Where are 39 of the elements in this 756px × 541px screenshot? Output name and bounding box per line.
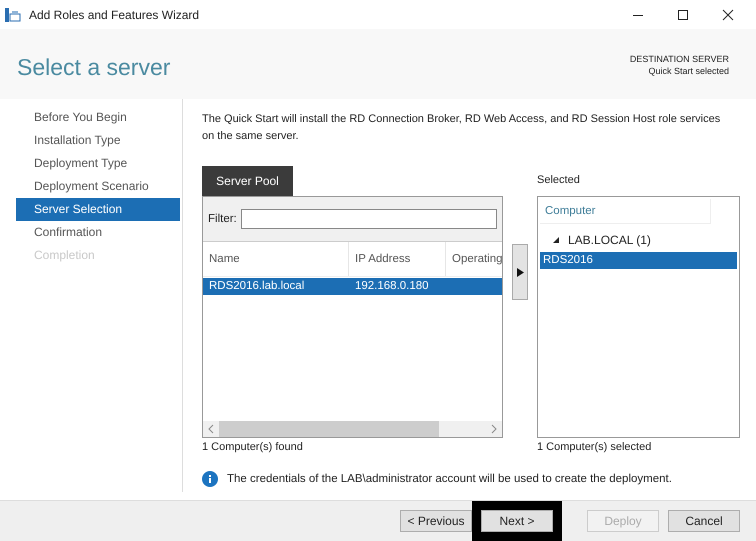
wizard-step[interactable]: Deployment Type xyxy=(16,152,180,175)
found-count: 1 Computer(s) found xyxy=(202,441,304,453)
selected-label: Selected xyxy=(537,173,581,188)
horizontal-scrollbar[interactable] xyxy=(203,421,502,437)
computer-row[interactable]: RDS2016 xyxy=(540,252,737,269)
destination-value: Quick Start selected xyxy=(648,66,729,76)
column-header[interactable]: Computer xyxy=(545,205,596,217)
group-row[interactable]: LAB.LOCAL (1) xyxy=(540,228,737,252)
window-title: Add Roles and Features Wizard xyxy=(29,8,200,22)
selected-count: 1 Computer(s) selected xyxy=(537,441,652,453)
filter-field[interactable] xyxy=(240,209,497,229)
wizard-step[interactable]: Installation Type xyxy=(16,129,180,152)
info-icon xyxy=(202,471,218,487)
close-icon[interactable] xyxy=(722,8,734,20)
group-label: LAB.LOCAL (1) xyxy=(568,233,651,247)
filter-label: Filter: xyxy=(208,213,237,225)
wizard-button[interactable]: Next > xyxy=(481,510,553,532)
wizard-step[interactable]: Confirmation xyxy=(16,221,180,244)
destination-label: DESTINATION SERVER xyxy=(630,54,729,64)
server-pool-tab[interactable]: Server Pool xyxy=(202,166,293,196)
wizard-icon xyxy=(5,8,21,22)
wizard-step[interactable]: Server Selection xyxy=(16,198,180,221)
description-text: The Quick Start will install the RD Connection Broker, RD Web Access, and RD Session Host role services on the same server. xyxy=(202,112,722,144)
expand-icon[interactable] xyxy=(552,236,560,244)
scroll-right-icon[interactable] xyxy=(490,424,498,434)
wizard-button[interactable]: Cancel xyxy=(668,510,740,532)
column-header[interactable]: Name xyxy=(203,242,349,276)
wizard-step[interactable]: Deployment Scenario xyxy=(16,175,180,198)
column-header[interactable]: IP Address xyxy=(349,242,446,276)
info-text: The credentials of the LAB\administrator account will be used to create the deployment. xyxy=(227,473,672,485)
add-button[interactable] xyxy=(512,244,528,300)
maximize-icon[interactable] xyxy=(677,8,689,20)
column-header[interactable]: Operating xyxy=(446,242,502,276)
arrow-right-icon xyxy=(516,268,524,276)
wizard-button[interactable]: < Previous xyxy=(400,510,472,532)
scroll-left-icon[interactable] xyxy=(207,424,215,434)
wizard-step[interactable]: Before You Begin xyxy=(16,106,180,129)
server-row[interactable]: RDS2016.lab.local 192.168.0.180 xyxy=(203,278,502,295)
page-title: Select a server xyxy=(17,54,170,81)
